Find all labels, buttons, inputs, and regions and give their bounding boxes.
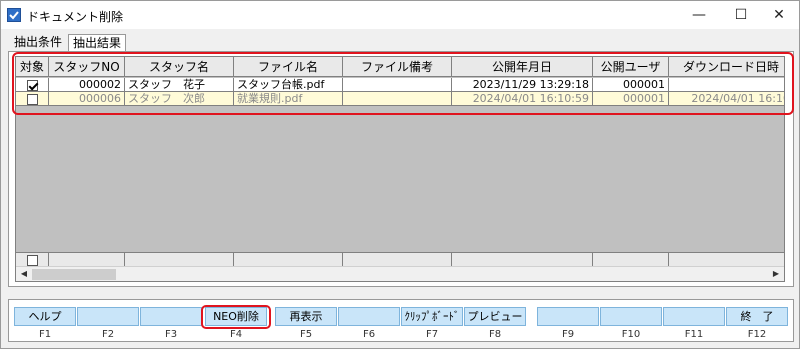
window-title: ドキュメント削除 (27, 10, 124, 24)
minimize-icon[interactable]: — (679, 1, 719, 29)
fkey-label: F7 (425, 329, 439, 340)
f11-button[interactable] (663, 307, 725, 326)
scroll-right-icon[interactable]: ▶ (768, 267, 784, 281)
f2-button[interactable] (77, 307, 139, 326)
f10-button[interactable] (600, 307, 662, 326)
footer-cell (452, 252, 593, 266)
f3-button[interactable] (140, 307, 202, 326)
fkey-label: F10 (621, 329, 641, 340)
fkey-label: F4 (229, 329, 243, 340)
fkey-label: F5 (299, 329, 313, 340)
fkey-label: F11 (684, 329, 704, 340)
maximize-icon[interactable]: ☐ (721, 1, 761, 29)
fkey-label: F9 (561, 329, 575, 340)
grid-highlight-annotation (12, 52, 794, 115)
refresh-button[interactable]: 再表示 (275, 307, 337, 326)
app-icon (7, 8, 21, 22)
help-button[interactable]: ヘルプ (14, 307, 76, 326)
tab-extract-conditions[interactable]: 抽出条件 (10, 34, 66, 52)
scroll-left-icon[interactable]: ◀ (16, 267, 32, 281)
footer-cell (49, 252, 125, 266)
fkey-label: F2 (101, 329, 115, 340)
fkey-label: F1 (38, 329, 52, 340)
grid-footer-row (16, 252, 784, 266)
fkey-label: F8 (488, 329, 502, 340)
preview-button[interactable]: プレビュー (464, 307, 526, 326)
button-highlight-annotation (201, 305, 271, 329)
scrollbar-thumb[interactable] (32, 269, 116, 280)
title-bar: ドキュメント削除 — ☐ ✕ (1, 1, 799, 29)
clipboard-button[interactable]: ｸﾘｯﾌﾟﾎﾞｰﾄﾞ (401, 307, 463, 326)
exit-button[interactable]: 終 了 (726, 307, 788, 326)
footer-cell (234, 252, 343, 266)
fkey-label: F3 (164, 329, 178, 340)
select-all-checkbox[interactable] (26, 255, 38, 266)
fkey-label: F12 (747, 329, 767, 340)
fkey-label: F6 (362, 329, 376, 340)
close-icon[interactable]: ✕ (759, 1, 799, 29)
footer-cell (593, 252, 669, 266)
f9-button[interactable] (537, 307, 599, 326)
footer-cell (669, 252, 784, 266)
footer-checkbox-cell (16, 252, 49, 266)
horizontal-scrollbar[interactable]: ◀ ▶ (16, 266, 784, 281)
footer-cell (343, 252, 452, 266)
f6-button[interactable] (338, 307, 400, 326)
footer-cell (125, 252, 234, 266)
